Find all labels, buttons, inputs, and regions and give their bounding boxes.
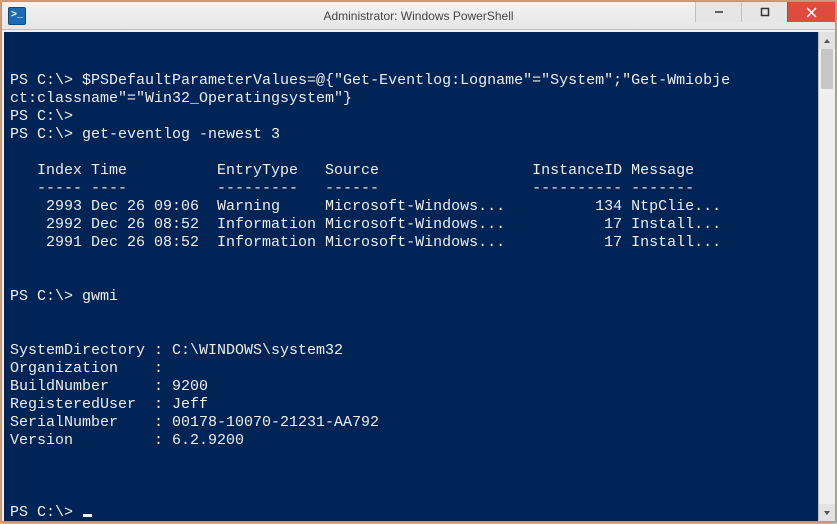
window-controls	[695, 2, 835, 22]
cursor	[83, 514, 92, 517]
terminal-line: ct:classname"="Win32_Operatingsystem"}	[10, 90, 829, 108]
scroll-up-button[interactable]	[819, 32, 835, 49]
vertical-scrollbar[interactable]	[818, 32, 835, 521]
terminal-line: 2993 Dec 26 09:06 Warning Microsoft-Wind…	[10, 198, 829, 216]
terminal-line	[10, 144, 829, 162]
terminal-line: SystemDirectory : C:\WINDOWS\system32	[10, 342, 829, 360]
terminal-area[interactable]: PS C:\> $PSDefaultParameterValues=@{"Get…	[2, 30, 835, 521]
close-button[interactable]	[787, 2, 835, 22]
terminal-line	[10, 486, 829, 504]
terminal-line: 2991 Dec 26 08:52 Information Microsoft-…	[10, 234, 829, 252]
terminal-line: Index Time EntryType Source InstanceID M…	[10, 162, 829, 180]
terminal-line	[10, 324, 829, 342]
minimize-button[interactable]	[695, 2, 741, 22]
terminal-line: 2992 Dec 26 08:52 Information Microsoft-…	[10, 216, 829, 234]
scroll-track[interactable]	[819, 49, 835, 504]
terminal-line: RegisteredUser : Jeff	[10, 396, 829, 414]
terminal-line	[10, 468, 829, 486]
terminal-line: PS C:\>	[10, 504, 829, 521]
terminal-line: PS C:\> get-eventlog -newest 3	[10, 126, 829, 144]
terminal-line	[10, 252, 829, 270]
terminal-line: PS C:\> gwmi	[10, 288, 829, 306]
terminal-line	[10, 270, 829, 288]
terminal-line	[10, 306, 829, 324]
terminal-line: SerialNumber : 00178-10070-21231-AA792	[10, 414, 829, 432]
terminal-line: PS C:\>	[10, 108, 829, 126]
terminal-content: PS C:\> $PSDefaultParameterValues=@{"Get…	[10, 72, 829, 521]
terminal-line	[10, 450, 829, 468]
powershell-window: >_ Administrator: Windows PowerShell PS …	[1, 1, 836, 522]
terminal-line: BuildNumber : 9200	[10, 378, 829, 396]
terminal-line: Version : 6.2.9200	[10, 432, 829, 450]
title-bar[interactable]: >_ Administrator: Windows PowerShell	[2, 2, 835, 30]
scroll-thumb[interactable]	[821, 49, 833, 89]
powershell-icon: >_	[8, 7, 26, 25]
terminal-line: ----- ---- --------- ------ ---------- -…	[10, 180, 829, 198]
maximize-button[interactable]	[741, 2, 787, 22]
scroll-down-button[interactable]	[819, 504, 835, 521]
terminal-line: Organization :	[10, 360, 829, 378]
terminal-line: PS C:\> $PSDefaultParameterValues=@{"Get…	[10, 72, 829, 90]
